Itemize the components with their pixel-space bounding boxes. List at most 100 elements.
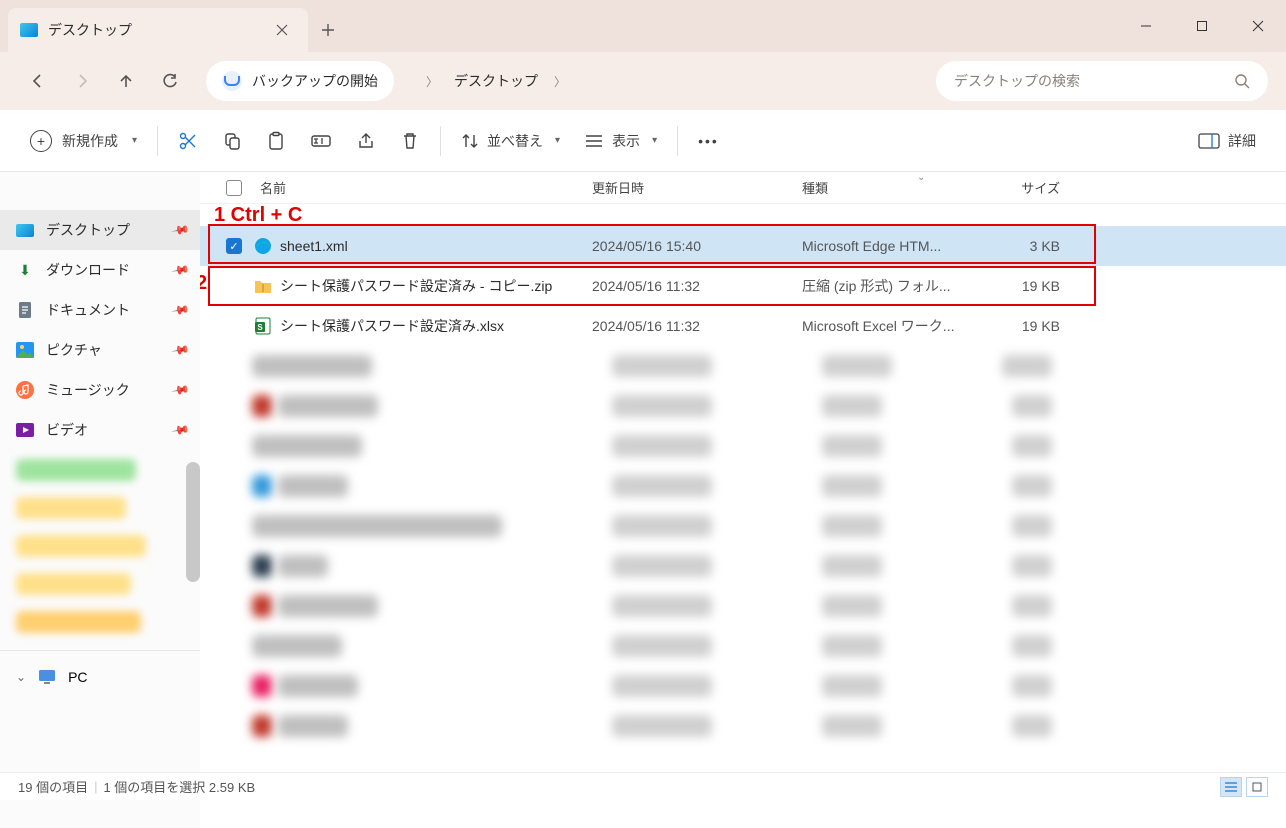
sort-button[interactable]: 並べ替え ▾ <box>449 121 572 161</box>
cut-button[interactable] <box>166 121 210 161</box>
desktop-icon <box>16 224 34 237</box>
details-label: 詳細 <box>1228 131 1256 151</box>
sidebar-item-desktop[interactable]: デスクトップ 📌 <box>0 210 200 250</box>
paste-icon <box>266 131 286 151</box>
share-button[interactable] <box>344 121 388 161</box>
sort-indicator-icon: ⌄ <box>917 172 925 183</box>
column-size[interactable]: サイズ <box>974 178 1074 197</box>
view-button[interactable]: 表示 ▾ <box>572 121 669 161</box>
share-icon <box>356 131 376 151</box>
sidebar-item-label: ドキュメント <box>46 300 130 320</box>
status-bar: 19 個の項目 | 1 個の項目を選択 2.59 KB <box>0 772 1286 800</box>
large-icons-view-button[interactable] <box>1246 777 1268 797</box>
download-icon: ⬇ <box>16 261 34 279</box>
annotation-2: 2 <box>200 272 207 295</box>
back-button[interactable] <box>18 61 58 101</box>
file-row[interactable]: S シート保護パスワード設定済み.xlsx 2024/05/16 11:32 M… <box>200 306 1286 346</box>
tab-desktop[interactable]: デスクトップ <box>8 8 308 52</box>
toolbar: + 新規作成 ▾ 並べ替え ▾ 表示 ▾ ••• 詳細 <box>0 110 1286 172</box>
sidebar-item-label: ピクチャ <box>46 340 102 360</box>
sidebar: デスクトップ 📌 ⬇ ダウンロード 📌 ドキュメント 📌 ピクチャ 📌 ミュージ… <box>0 172 200 828</box>
annotation-1: 1 Ctrl + C <box>214 204 302 227</box>
trash-icon <box>400 131 420 151</box>
file-type: 圧縮 (zip 形式) フォル... <box>802 276 974 296</box>
close-button[interactable] <box>1230 0 1286 52</box>
scissors-icon <box>178 131 198 151</box>
new-button[interactable]: + 新規作成 ▾ <box>18 121 149 161</box>
maximize-button[interactable] <box>1174 0 1230 52</box>
select-all-checkbox[interactable] <box>226 180 242 196</box>
sidebar-item-pictures[interactable]: ピクチャ 📌 <box>0 330 200 370</box>
chevron-right-icon: 〉 <box>554 73 566 90</box>
video-icon <box>16 421 34 439</box>
ellipsis-icon: ••• <box>698 133 719 149</box>
main-area: デスクトップ 📌 ⬇ ダウンロード 📌 ドキュメント 📌 ピクチャ 📌 ミュージ… <box>0 172 1286 828</box>
new-tab-button[interactable] <box>308 8 348 52</box>
column-headers: 名前 更新日時 種類 サイズ ⌄ <box>200 172 1286 204</box>
file-name: sheet1.xml <box>280 238 592 254</box>
pin-icon: 📌 <box>170 260 190 280</box>
column-date[interactable]: 更新日時 <box>592 178 802 197</box>
scrollbar[interactable] <box>186 462 200 582</box>
view-label: 表示 <box>612 131 640 151</box>
document-icon <box>16 301 34 319</box>
window-controls <box>1118 0 1286 52</box>
breadcrumb[interactable]: バックアップの開始 <box>206 61 394 101</box>
navbar: バックアップの開始 〉 デスクトップ 〉 <box>0 52 1286 110</box>
excel-icon: S <box>252 317 274 335</box>
sidebar-item-music[interactable]: ミュージック 📌 <box>0 370 200 410</box>
zip-icon <box>252 278 274 294</box>
file-pane: 名前 更新日時 種類 サイズ ⌄ 1 Ctrl + C ✓ sheet1.xml… <box>200 172 1286 828</box>
breadcrumb-desktop[interactable]: デスクトップ <box>454 71 538 91</box>
sidebar-item-pc[interactable]: ⌄ PC <box>0 657 200 697</box>
copy-icon <box>222 131 242 151</box>
search-input[interactable] <box>954 73 1234 89</box>
more-button[interactable]: ••• <box>686 121 731 161</box>
file-date: 2024/05/16 11:32 <box>592 318 802 334</box>
forward-button[interactable] <box>62 61 102 101</box>
search-box[interactable] <box>936 61 1268 101</box>
sort-icon <box>461 132 479 150</box>
refresh-button[interactable] <box>150 61 190 101</box>
cloud-icon <box>222 71 242 91</box>
music-icon <box>16 381 34 399</box>
view-icon <box>584 133 604 149</box>
file-type: Microsoft Excel ワーク... <box>802 316 974 336</box>
details-pane-button[interactable]: 詳細 <box>1186 121 1268 161</box>
chevron-right-icon: 〉 <box>426 73 438 90</box>
desktop-icon <box>20 23 38 37</box>
pc-icon <box>38 668 56 686</box>
status-count: 19 個の項目 <box>18 777 88 796</box>
file-name: シート保護パスワード設定済み.xlsx <box>280 316 592 336</box>
column-type[interactable]: 種類 <box>802 178 974 197</box>
pin-icon: 📌 <box>170 340 190 360</box>
file-size: 3 KB <box>974 238 1074 254</box>
minimize-button[interactable] <box>1118 0 1174 52</box>
file-type: Microsoft Edge HTM... <box>802 238 974 254</box>
sidebar-item-label: PC <box>68 669 87 685</box>
file-date: 2024/05/16 11:32 <box>592 278 802 294</box>
details-view-button[interactable] <box>1220 777 1242 797</box>
file-size: 19 KB <box>974 318 1074 334</box>
titlebar: デスクトップ <box>0 0 1286 52</box>
chevron-down-icon: ▾ <box>132 135 137 146</box>
tab-close-button[interactable] <box>268 16 296 44</box>
sort-label: 並べ替え <box>487 131 543 151</box>
details-icon <box>1198 133 1220 149</box>
file-size: 19 KB <box>974 278 1074 294</box>
sidebar-item-documents[interactable]: ドキュメント 📌 <box>0 290 200 330</box>
sidebar-item-videos[interactable]: ビデオ 📌 <box>0 410 200 450</box>
file-date: 2024/05/16 15:40 <box>592 238 802 254</box>
rename-button[interactable] <box>298 121 344 161</box>
file-row[interactable]: ✓ sheet1.xml 2024/05/16 15:40 Microsoft … <box>200 226 1286 266</box>
paste-button[interactable] <box>254 121 298 161</box>
up-button[interactable] <box>106 61 146 101</box>
file-row[interactable]: シート保護パスワード設定済み - コピー.zip 2024/05/16 11:3… <box>200 266 1286 306</box>
row-checkbox[interactable]: ✓ <box>226 238 242 254</box>
copy-button[interactable] <box>210 121 254 161</box>
breadcrumb-backup[interactable]: バックアップの開始 <box>252 71 378 91</box>
picture-icon <box>16 341 34 359</box>
sidebar-item-downloads[interactable]: ⬇ ダウンロード 📌 <box>0 250 200 290</box>
column-name[interactable]: 名前 <box>252 178 592 197</box>
delete-button[interactable] <box>388 121 432 161</box>
